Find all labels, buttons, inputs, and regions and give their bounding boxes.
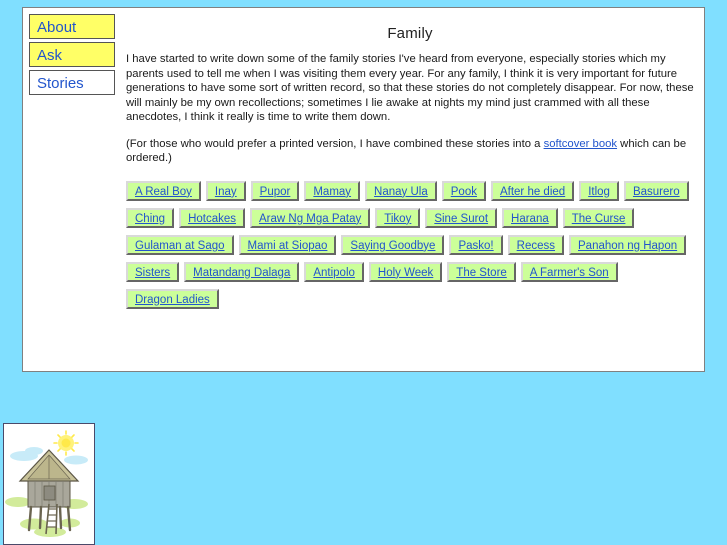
story-link-list: A Real Boy Inay Pupor Mamay Nanay Ula Pook Aft…: [126, 180, 694, 315]
story-link[interactable]: Tikoy: [375, 207, 421, 228]
story-link[interactable]: Nanay Ula: [365, 180, 437, 201]
paragraph-text-before-link: (For those who would prefer a printed ve…: [126, 137, 544, 150]
story-link[interactable]: Matandang Dalaga: [184, 261, 300, 282]
story-link[interactable]: The Curse: [562, 207, 635, 228]
sidebar-item-ask[interactable]: Ask: [29, 42, 115, 67]
story-link[interactable]: Sine Surot: [425, 207, 498, 228]
hut-body: [27, 480, 71, 508]
sun-icon: [53, 430, 79, 456]
softcover-book-link[interactable]: softcover book: [544, 138, 617, 150]
nipa-hut-illustration: [3, 423, 95, 545]
story-link[interactable]: Itlog: [579, 180, 619, 201]
story-link[interactable]: Hotcakes: [179, 207, 245, 228]
story-link[interactable]: Mami at Siopao: [238, 234, 337, 255]
story-link[interactable]: Inay: [205, 180, 246, 201]
story-link[interactable]: The Store: [447, 261, 516, 282]
story-link[interactable]: Pupor: [250, 180, 300, 201]
story-link[interactable]: Gulaman at Sago: [126, 234, 234, 255]
story-link[interactable]: Holy Week: [368, 261, 443, 282]
intro-paragraph: I have started to write down some of the…: [126, 53, 694, 123]
story-link[interactable]: Panahon ng Hapon: [569, 234, 687, 255]
printed-version-paragraph: (For those who would prefer a printed ve…: [126, 137, 694, 166]
story-link[interactable]: Harana: [502, 207, 558, 228]
sidebar-item-label: Stories: [37, 75, 84, 92]
story-link[interactable]: Basurero: [623, 180, 689, 201]
story-link[interactable]: Pasko!: [449, 234, 503, 255]
story-link[interactable]: Ching: [126, 207, 175, 228]
story-link[interactable]: Saying Goodbye: [341, 234, 445, 255]
nipa-hut-drawing: [4, 424, 94, 544]
article: Family I have started to write down some…: [126, 18, 694, 315]
sidebar-item-stories[interactable]: Stories: [29, 70, 115, 95]
content-panel: About Ask Stories Family I have started …: [22, 7, 705, 372]
story-link[interactable]: Antipolo: [304, 261, 364, 282]
sidebar-item-label: About: [37, 19, 77, 36]
story-link[interactable]: Dragon Ladies: [126, 288, 219, 309]
sidebar-item-about[interactable]: About: [29, 14, 115, 39]
story-link[interactable]: A Real Boy: [126, 180, 201, 201]
story-link[interactable]: A Farmer's Son: [520, 261, 618, 282]
sidebar-nav: About Ask Stories: [29, 14, 117, 98]
story-link[interactable]: Recess: [507, 234, 564, 255]
sidebar-item-label: Ask: [37, 47, 63, 64]
story-link[interactable]: Mamay: [304, 180, 361, 201]
story-link[interactable]: Pook: [441, 180, 486, 201]
story-link[interactable]: After he died: [490, 180, 575, 201]
page-title: Family: [387, 25, 433, 42]
story-link[interactable]: Araw Ng Mga Patay: [250, 207, 371, 228]
story-link[interactable]: Sisters: [126, 261, 180, 282]
